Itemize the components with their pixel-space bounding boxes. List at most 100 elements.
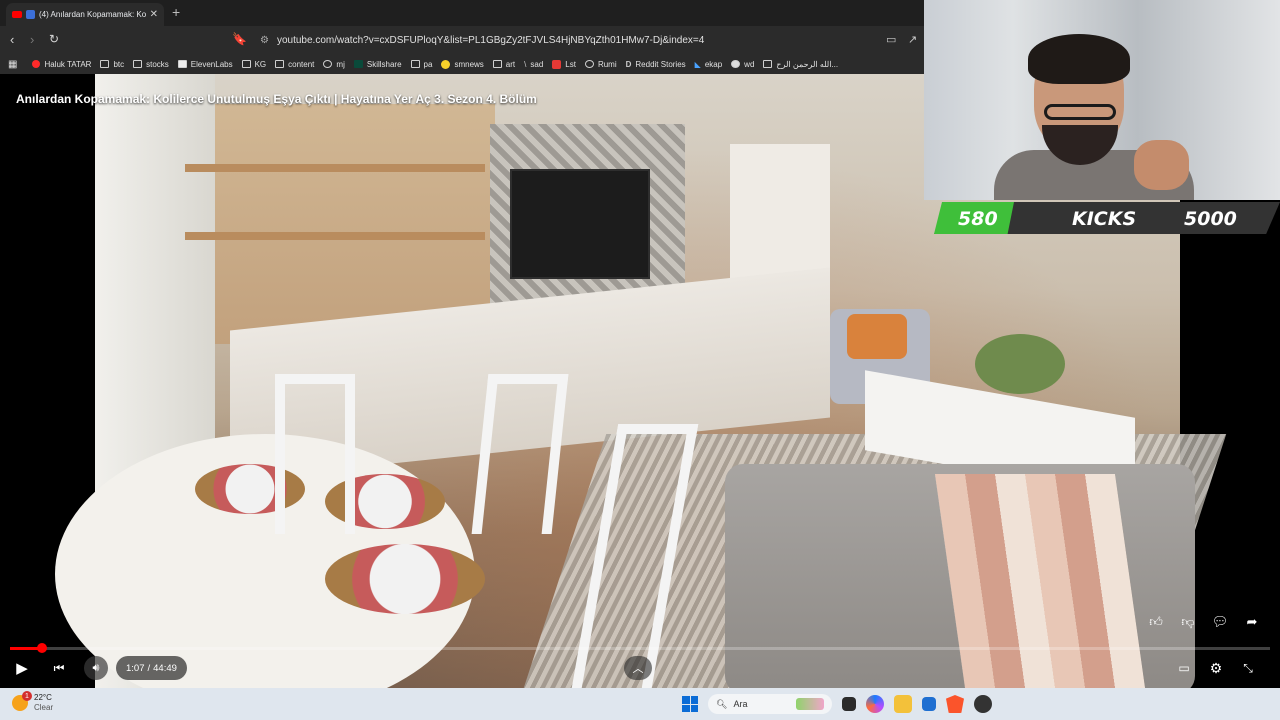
globe-icon	[584, 60, 594, 68]
apps-icon[interactable]: ▦	[8, 59, 17, 70]
reload-icon[interactable]: ↻	[49, 32, 59, 46]
bookmark-kg[interactable]: KG	[241, 60, 266, 69]
bookmark-elevenlabs[interactable]: ElevenLabs	[177, 60, 233, 69]
comment-icon[interactable]: 💬︎	[1210, 612, 1230, 632]
kicks-count: 580	[958, 208, 998, 230]
bookmark-label: الله الرحمن الرح...	[776, 59, 839, 69]
youtube-icon	[12, 11, 22, 18]
scene-plant	[975, 334, 1065, 394]
duration: 44:49	[153, 662, 177, 674]
share-icon[interactable]: ↗	[908, 33, 917, 46]
elevenlabs-icon	[177, 60, 187, 68]
bookmark-pa[interactable]: pa	[410, 60, 432, 69]
bookmark-label: sad	[530, 59, 544, 69]
cast-icon[interactable]: ▭	[886, 33, 896, 46]
search-icon: 🔍︎	[716, 698, 728, 709]
video-title: Anılardan Kopamamak: Kolilerce Unutulmuş…	[16, 92, 537, 106]
url-text: youtube.com/watch?v=cxDSFUPloqY&list=PL1…	[276, 34, 705, 46]
bookmark-page-icon[interactable]: 🔖	[232, 32, 247, 46]
brave-icon[interactable]	[946, 695, 964, 713]
play-icon[interactable]: ▶	[12, 656, 32, 680]
bookmark-label: Rumi	[597, 59, 617, 69]
scene-throw-blanket	[934, 474, 1146, 688]
back-icon[interactable]: ‹	[10, 32, 14, 47]
bookmark-ekap[interactable]: ◣ ekap	[695, 60, 723, 69]
volume-icon[interactable]: 🔊︎	[84, 656, 108, 680]
bookmark-sad[interactable]: \ sad	[524, 60, 543, 69]
d-logo-icon: D	[625, 59, 632, 69]
close-icon[interactable]: ✕	[150, 9, 158, 20]
temperature: 22°C	[34, 693, 52, 702]
bookmark-lst[interactable]: Lst	[552, 59, 576, 69]
previous-icon[interactable]: ⏮	[48, 656, 70, 680]
video-actions: 👍︎ 👎︎ 💬︎ ➦	[1146, 612, 1262, 632]
bookmark-wd[interactable]: wd	[731, 60, 754, 69]
bookmark-haluk[interactable]: Haluk TATAR	[32, 60, 91, 69]
bookmark-stocks[interactable]: stocks	[133, 60, 169, 69]
forward-icon[interactable]: ›	[30, 32, 34, 47]
bookmark-content[interactable]: content	[275, 60, 314, 69]
bookmark-skillshare[interactable]: Skillshare	[353, 59, 402, 69]
kicks-label: KICKS	[1072, 208, 1137, 230]
taskbar-search[interactable]: 🔍︎ Ara	[708, 694, 832, 714]
bookmark-mj[interactable]: mj	[323, 59, 345, 69]
slash-icon: \	[524, 59, 527, 69]
scene-chair	[275, 374, 355, 534]
bookmark-label: ekap	[704, 59, 723, 69]
bookmark-art[interactable]: art	[492, 60, 515, 69]
bookmark-label: smnews	[454, 59, 484, 69]
bookmark-btc[interactable]: btc	[100, 60, 124, 69]
webcam-hand	[1134, 140, 1189, 190]
github-icon	[323, 60, 333, 68]
windows-taskbar: 1 22°C Clear 🔍︎ Ara	[0, 688, 1280, 720]
bookmark-arabic[interactable]: الله الرحمن الرح...	[763, 60, 838, 69]
tab-youtube[interactable]: (4) Anılardan Kopamamak: Ko ✕	[6, 3, 164, 26]
taskbar-apps: 🔍︎ Ara	[682, 694, 992, 714]
task-view-icon[interactable]	[842, 697, 856, 711]
progress-scrubber[interactable]	[36, 643, 47, 653]
bookmark-label: Skillshare	[366, 59, 402, 69]
thumbs-up-icon[interactable]: 👍︎	[1146, 612, 1166, 632]
bookmark-label: mj	[336, 59, 345, 69]
screen: (4) Anılardan Kopamamak: Ko ✕ + ‹ › ↻ 🔖 …	[0, 0, 1280, 720]
s-logo-icon	[552, 59, 562, 69]
bookmark-reddit-stories[interactable]: D Reddit Stories	[626, 60, 686, 69]
settings-gear-icon[interactable]: ⚙	[1206, 656, 1226, 680]
wd-icon	[731, 60, 741, 68]
share-icon[interactable]: ➦	[1242, 612, 1262, 632]
snipping-tool-icon[interactable]	[922, 697, 936, 711]
folder-icon	[241, 60, 251, 68]
scene-shelf	[185, 232, 485, 240]
file-explorer-icon[interactable]	[894, 695, 912, 713]
thumbs-down-icon[interactable]: 👎︎	[1178, 612, 1198, 632]
subtitles-icon[interactable]: ▭	[1174, 656, 1194, 680]
progress-bar[interactable]	[10, 643, 1270, 653]
folder-icon	[275, 60, 285, 68]
tab-extension-icon	[26, 10, 35, 19]
scene-plate	[325, 544, 485, 614]
skillshare-icon	[353, 60, 363, 68]
weather-icon: 1	[12, 691, 32, 711]
weather-widget[interactable]: 1 22°C Clear	[12, 691, 54, 713]
scene-shelf	[185, 164, 485, 172]
kicks-goal: 5000	[1184, 208, 1237, 230]
tab-title: (4) Anılardan Kopamamak: Ko	[39, 10, 146, 19]
address-bar[interactable]: ⚙ youtube.com/watch?v=cxDSFUPloqY&list=P…	[254, 29, 908, 51]
bookmark-label: Haluk TATAR	[44, 59, 92, 69]
chevron-up-icon[interactable]: ︿	[624, 656, 652, 680]
weather-condition: Clear	[34, 703, 54, 712]
new-tab-button[interactable]: +	[172, 4, 180, 20]
bookmark-rumi[interactable]: Rumi	[584, 59, 617, 69]
browser-toolbar: ‹ › ↻ 🔖 ⚙ youtube.com/watch?v=cxDSFUPloq…	[0, 26, 924, 54]
obs-icon[interactable]	[974, 695, 992, 713]
bookmark-label: Reddit Stories	[635, 59, 686, 69]
scene-pillow	[847, 314, 907, 359]
exit-fullscreen-icon[interactable]: ⤡	[1238, 656, 1258, 680]
search-placeholder: Ara	[733, 699, 748, 709]
bookmark-smnews[interactable]: smnews	[441, 59, 484, 69]
folder-icon	[100, 60, 110, 68]
webcam-overlay	[924, 0, 1280, 200]
windows-start-icon[interactable]	[682, 696, 698, 712]
copilot-icon[interactable]	[866, 695, 884, 713]
site-info-icon[interactable]: ⚙	[260, 35, 269, 46]
